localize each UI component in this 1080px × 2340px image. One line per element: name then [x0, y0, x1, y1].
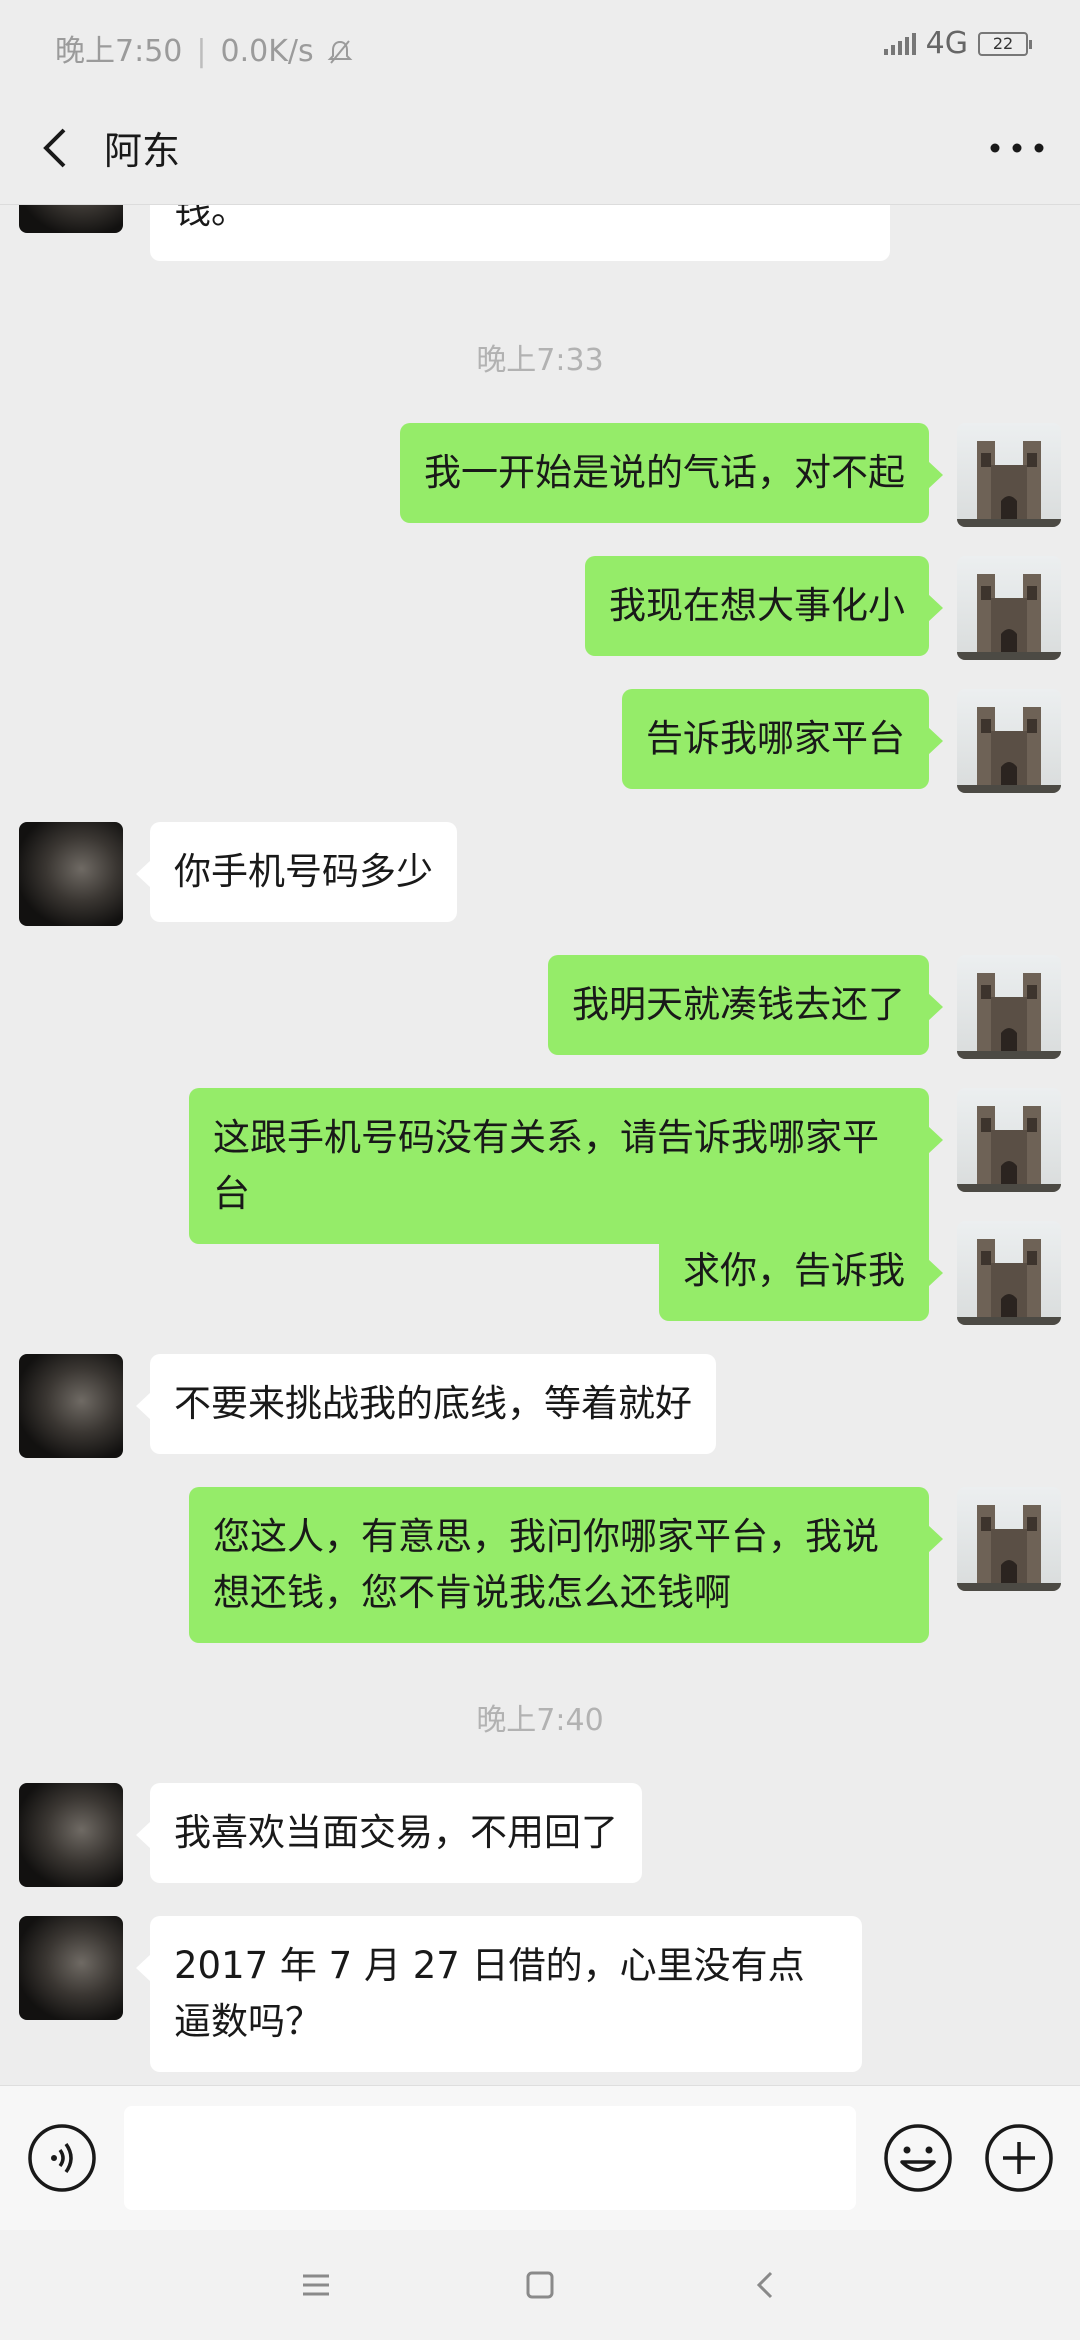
- message-text: 我现在想大事化小: [609, 584, 905, 627]
- time-separator: 晚上7:33: [476, 343, 604, 378]
- home-icon: [526, 2271, 554, 2299]
- message-text: 求你，告诉我: [683, 1249, 905, 1292]
- message-text: 2017 年 7 月 27 日借的，心里没有点逼数吗？: [174, 1944, 805, 2043]
- more-button[interactable]: [982, 120, 1052, 176]
- user-avatar[interactable]: [957, 1487, 1061, 1591]
- status-bar: 晚上7:50 | 0.0K/s 4G 22: [0, 0, 1080, 90]
- status-left: 晚上7:50 | 0.0K/s: [55, 26, 353, 70]
- user-avatar[interactable]: [957, 1088, 1061, 1192]
- message-bubble[interactable]: 告诉我哪家平台: [622, 689, 943, 789]
- emoji-icon: [884, 2124, 952, 2192]
- cathedral-avatar-image: [957, 689, 1061, 793]
- message-bubble[interactable]: 您这人，有意思，我问你哪家平台，我说想还钱，您不肯说我怎么还钱啊: [189, 1487, 943, 1643]
- cathedral-avatar-image: [957, 423, 1061, 527]
- message-bubble[interactable]: 你手机号码多少: [136, 822, 457, 922]
- message-input[interactable]: [124, 2106, 856, 2210]
- chat-title: 阿东: [104, 129, 181, 173]
- message-text: 你手机号码多少: [174, 850, 433, 893]
- status-time: 晚上7:50: [55, 34, 183, 69]
- input-bar: [0, 2085, 1080, 2230]
- time-separator: 晚上7:40: [476, 1703, 604, 1738]
- signal-icon: [883, 32, 916, 55]
- cathedral-avatar-image: [957, 556, 1061, 660]
- battery-icon: 22: [978, 31, 1032, 56]
- message-text: 不要来挑战我的底线，等着就好: [174, 1382, 692, 1425]
- plus-icon: [985, 2124, 1053, 2192]
- contact-avatar[interactable]: [19, 1354, 123, 1458]
- contact-avatar[interactable]: [19, 205, 123, 233]
- user-avatar[interactable]: [957, 1221, 1061, 1325]
- back-icon: [756, 2271, 773, 2299]
- message-bubble[interactable]: 钱。: [150, 205, 890, 261]
- more-functions-button[interactable]: [983, 2122, 1055, 2194]
- status-divider: |: [196, 34, 207, 69]
- status-right: 4G 22: [883, 26, 1032, 61]
- user-avatar[interactable]: [957, 955, 1061, 1059]
- more-dots-icon: [990, 143, 1044, 153]
- message-bubble[interactable]: 2017 年 7 月 27 日借的，心里没有点逼数吗？: [136, 1916, 862, 2072]
- chat-header: 阿东: [0, 90, 1080, 205]
- user-avatar[interactable]: [957, 556, 1061, 660]
- chevron-left-icon: [43, 128, 66, 168]
- message-text: 钱。: [174, 205, 248, 232]
- network-type: 4G: [925, 26, 968, 61]
- battery-level: 22: [992, 33, 1014, 53]
- network-speed: 0.0K/s: [220, 34, 314, 69]
- message-bubble[interactable]: 我一开始是说的气话，对不起: [400, 423, 943, 523]
- back-button[interactable]: [30, 118, 90, 178]
- message-text: 这跟手机号码没有关系，请告诉我哪家平台: [213, 1116, 879, 1215]
- message-bubble[interactable]: 我明天就凑钱去还了: [548, 955, 943, 1055]
- voice-button[interactable]: [26, 2122, 98, 2194]
- cathedral-avatar-image: [957, 1221, 1061, 1325]
- contact-avatar[interactable]: [19, 1916, 123, 2020]
- message-bubble[interactable]: 我喜欢当面交易，不用回了: [136, 1783, 642, 1883]
- nav-menu-button[interactable]: [293, 2262, 339, 2308]
- nav-back-button[interactable]: [743, 2262, 789, 2308]
- message-bubble[interactable]: 我现在想大事化小: [585, 556, 943, 656]
- user-avatar[interactable]: [957, 423, 1061, 527]
- message-bubble[interactable]: 求你，告诉我: [659, 1221, 943, 1321]
- voice-icon: [28, 2124, 96, 2192]
- system-nav-bar: [0, 2230, 1080, 2340]
- user-avatar[interactable]: [957, 689, 1061, 793]
- contact-avatar[interactable]: [19, 1783, 123, 1887]
- emoji-button[interactable]: [882, 2122, 954, 2194]
- message-bubble[interactable]: 不要来挑战我的底线，等着就好: [136, 1354, 716, 1454]
- bell-muted-icon: [327, 40, 353, 64]
- nav-home-button[interactable]: [517, 2262, 563, 2308]
- message-text: 告诉我哪家平台: [646, 717, 905, 760]
- message-text: 我明天就凑钱去还了: [572, 983, 905, 1026]
- cathedral-avatar-image: [957, 1487, 1061, 1591]
- menu-icon: [303, 2274, 329, 2296]
- cathedral-avatar-image: [957, 955, 1061, 1059]
- message-list[interactable]: 钱。 晚上7:33 我一开始是说的气话，对不起 我现在想大事化小 告诉我哪家平台…: [0, 205, 1080, 2085]
- message-text: 您这人，有意思，我问你哪家平台，我说想还钱，您不肯说我怎么还钱啊: [213, 1515, 879, 1614]
- cathedral-avatar-image: [957, 1088, 1061, 1192]
- contact-avatar[interactable]: [19, 822, 123, 926]
- message-text: 我喜欢当面交易，不用回了: [174, 1811, 618, 1854]
- message-text: 我一开始是说的气话，对不起: [424, 451, 905, 494]
